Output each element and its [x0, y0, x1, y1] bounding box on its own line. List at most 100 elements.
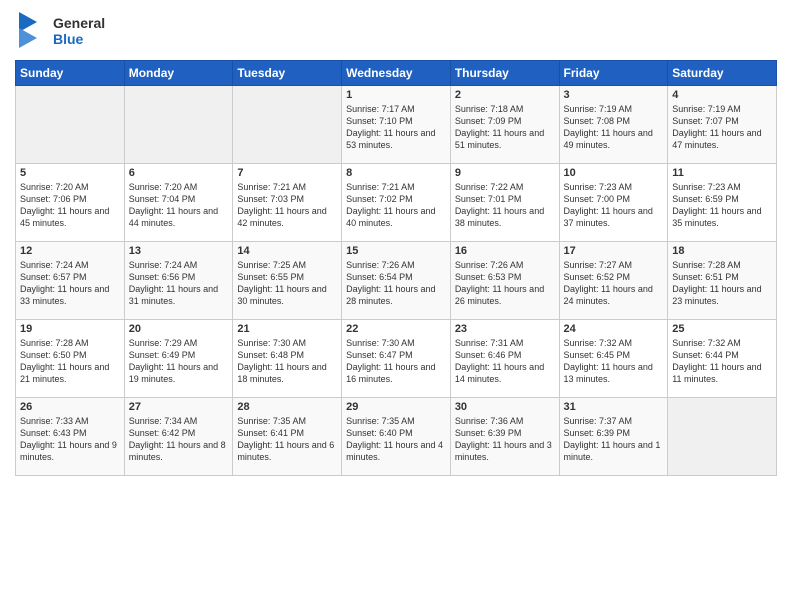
day-number: 12	[20, 245, 120, 257]
day-number: 4	[672, 89, 772, 101]
day-header-saturday: Saturday	[668, 61, 777, 86]
day-number: 23	[455, 323, 555, 335]
week-row-0: 1Sunrise: 7:17 AM Sunset: 7:10 PM Daylig…	[16, 86, 777, 164]
week-row-3: 19 Sunrise: 7:28 AM Sunset: 6:50 PM Dayli…	[16, 320, 777, 398]
day-header-friday: Friday	[559, 61, 668, 86]
week-row-1: 5Sunrise: 7:20 AM Sunset: 7:06 PM Daylig…	[16, 164, 777, 242]
cell-info: Sunrise: 7:26 AM Sunset: 6:54 PM Dayligh…	[346, 259, 446, 308]
cell-info: Sunrise: 7:25 AM Sunset: 6:55 PM Dayligh…	[237, 259, 337, 308]
cell-info: Sunrise: 7:27 AM Sunset: 6:52 PM Dayligh…	[564, 259, 664, 308]
calendar-cell: 31 Sunrise: 7:37 AM Sunset: 6:39 PM Dayli…	[559, 398, 668, 476]
calendar-cell: 19 Sunrise: 7:28 AM Sunset: 6:50 PM Dayli…	[16, 320, 125, 398]
calendar-cell: 27 Sunrise: 7:34 AM Sunset: 6:42 PM Dayli…	[124, 398, 233, 476]
calendar-cell	[668, 398, 777, 476]
calendar-cell: 10 Sunrise: 7:23 AM Sunset: 7:00 PM Dayli…	[559, 164, 668, 242]
logo: GeneralBlue	[15, 10, 105, 52]
day-number: 9	[455, 167, 555, 179]
calendar-cell: 15 Sunrise: 7:26 AM Sunset: 6:54 PM Dayli…	[342, 242, 451, 320]
svg-text:Blue: Blue	[53, 31, 84, 47]
day-number: 24	[564, 323, 664, 335]
calendar-cell: 20 Sunrise: 7:29 AM Sunset: 6:49 PM Dayli…	[124, 320, 233, 398]
calendar-cell: 30 Sunrise: 7:36 AM Sunset: 6:39 PM Dayli…	[450, 398, 559, 476]
day-header-tuesday: Tuesday	[233, 61, 342, 86]
cell-info: Sunrise: 7:21 AM Sunset: 7:02 PM Dayligh…	[346, 181, 446, 230]
day-number: 15	[346, 245, 446, 257]
cell-info: Sunrise: 7:23 AM Sunset: 7:00 PM Dayligh…	[564, 181, 664, 230]
cell-info: Sunrise: 7:24 AM Sunset: 6:56 PM Dayligh…	[129, 259, 229, 308]
day-number: 28	[237, 401, 337, 413]
calendar-cell: 9 Sunrise: 7:22 AM Sunset: 7:01 PM Daylig…	[450, 164, 559, 242]
day-header-sunday: Sunday	[16, 61, 125, 86]
calendar-cell	[16, 86, 125, 164]
day-number: 8	[346, 167, 446, 179]
cell-info: Sunrise: 7:24 AM Sunset: 6:57 PM Dayligh…	[20, 259, 120, 308]
day-header-monday: Monday	[124, 61, 233, 86]
day-number: 19	[20, 323, 120, 335]
day-number: 18	[672, 245, 772, 257]
day-number: 30	[455, 401, 555, 413]
calendar-cell: 6Sunrise: 7:20 AM Sunset: 7:04 PM Daylig…	[124, 164, 233, 242]
calendar-cell: 25 Sunrise: 7:32 AM Sunset: 6:44 PM Dayli…	[668, 320, 777, 398]
day-number: 26	[20, 401, 120, 413]
calendar-cell: 22 Sunrise: 7:30 AM Sunset: 6:47 PM Dayli…	[342, 320, 451, 398]
day-number: 11	[672, 167, 772, 179]
calendar-cell: 5Sunrise: 7:20 AM Sunset: 7:06 PM Daylig…	[16, 164, 125, 242]
cell-info: Sunrise: 7:34 AM Sunset: 6:42 PM Dayligh…	[129, 415, 229, 464]
calendar-cell: 3Sunrise: 7:19 AM Sunset: 7:08 PM Daylig…	[559, 86, 668, 164]
cell-info: Sunrise: 7:21 AM Sunset: 7:03 PM Dayligh…	[237, 181, 337, 230]
day-number: 17	[564, 245, 664, 257]
cell-info: Sunrise: 7:18 AM Sunset: 7:09 PM Dayligh…	[455, 103, 555, 152]
calendar-cell	[124, 86, 233, 164]
calendar-cell: 8 Sunrise: 7:21 AM Sunset: 7:02 PM Daylig…	[342, 164, 451, 242]
cell-info: Sunrise: 7:35 AM Sunset: 6:41 PM Dayligh…	[237, 415, 337, 464]
cell-info: Sunrise: 7:32 AM Sunset: 6:44 PM Dayligh…	[672, 337, 772, 386]
day-header-row: SundayMondayTuesdayWednesdayThursdayFrid…	[16, 61, 777, 86]
calendar-cell: 16 Sunrise: 7:26 AM Sunset: 6:53 PM Dayli…	[450, 242, 559, 320]
calendar-cell: 2Sunrise: 7:18 AM Sunset: 7:09 PM Daylig…	[450, 86, 559, 164]
day-number: 14	[237, 245, 337, 257]
day-number: 27	[129, 401, 229, 413]
cell-info: Sunrise: 7:28 AM Sunset: 6:51 PM Dayligh…	[672, 259, 772, 308]
day-number: 22	[346, 323, 446, 335]
day-header-wednesday: Wednesday	[342, 61, 451, 86]
day-number: 20	[129, 323, 229, 335]
day-number: 16	[455, 245, 555, 257]
day-number: 21	[237, 323, 337, 335]
cell-info: Sunrise: 7:26 AM Sunset: 6:53 PM Dayligh…	[455, 259, 555, 308]
cell-info: Sunrise: 7:33 AM Sunset: 6:43 PM Dayligh…	[20, 415, 120, 464]
day-number: 31	[564, 401, 664, 413]
calendar-cell: 13 Sunrise: 7:24 AM Sunset: 6:56 PM Dayli…	[124, 242, 233, 320]
calendar-cell: 7Sunrise: 7:21 AM Sunset: 7:03 PM Daylig…	[233, 164, 342, 242]
cell-info: Sunrise: 7:35 AM Sunset: 6:40 PM Dayligh…	[346, 415, 446, 464]
calendar-cell: 11Sunrise: 7:23 AM Sunset: 6:59 PM Dayli…	[668, 164, 777, 242]
calendar-table: SundayMondayTuesdayWednesdayThursdayFrid…	[15, 60, 777, 476]
cell-info: Sunrise: 7:31 AM Sunset: 6:46 PM Dayligh…	[455, 337, 555, 386]
svg-text:General: General	[53, 15, 105, 31]
calendar-cell: 28 Sunrise: 7:35 AM Sunset: 6:41 PM Dayli…	[233, 398, 342, 476]
cell-info: Sunrise: 7:17 AM Sunset: 7:10 PM Dayligh…	[346, 103, 446, 152]
page-container: GeneralBlue SundayMondayTuesdayWednesday…	[0, 0, 792, 486]
day-number: 13	[129, 245, 229, 257]
cell-info: Sunrise: 7:20 AM Sunset: 7:06 PM Dayligh…	[20, 181, 120, 230]
cell-info: Sunrise: 7:36 AM Sunset: 6:39 PM Dayligh…	[455, 415, 555, 464]
day-number: 3	[564, 89, 664, 101]
day-number: 25	[672, 323, 772, 335]
cell-info: Sunrise: 7:29 AM Sunset: 6:49 PM Dayligh…	[129, 337, 229, 386]
cell-info: Sunrise: 7:32 AM Sunset: 6:45 PM Dayligh…	[564, 337, 664, 386]
cell-info: Sunrise: 7:28 AM Sunset: 6:50 PM Dayligh…	[20, 337, 120, 386]
cell-info: Sunrise: 7:30 AM Sunset: 6:47 PM Dayligh…	[346, 337, 446, 386]
calendar-cell: 29 Sunrise: 7:35 AM Sunset: 6:40 PM Dayli…	[342, 398, 451, 476]
header: GeneralBlue	[15, 10, 777, 52]
cell-info: Sunrise: 7:37 AM Sunset: 6:39 PM Dayligh…	[564, 415, 664, 464]
day-number: 29	[346, 401, 446, 413]
calendar-cell: 4Sunrise: 7:19 AM Sunset: 7:07 PM Daylig…	[668, 86, 777, 164]
cell-info: Sunrise: 7:22 AM Sunset: 7:01 PM Dayligh…	[455, 181, 555, 230]
calendar-cell	[233, 86, 342, 164]
calendar-cell: 1Sunrise: 7:17 AM Sunset: 7:10 PM Daylig…	[342, 86, 451, 164]
calendar-cell: 23 Sunrise: 7:31 AM Sunset: 6:46 PM Dayli…	[450, 320, 559, 398]
calendar-cell: 17 Sunrise: 7:27 AM Sunset: 6:52 PM Dayli…	[559, 242, 668, 320]
day-number: 10	[564, 167, 664, 179]
calendar-cell: 21Sunrise: 7:30 AM Sunset: 6:48 PM Dayli…	[233, 320, 342, 398]
calendar-cell: 12 Sunrise: 7:24 AM Sunset: 6:57 PM Dayli…	[16, 242, 125, 320]
week-row-4: 26 Sunrise: 7:33 AM Sunset: 6:43 PM Dayli…	[16, 398, 777, 476]
